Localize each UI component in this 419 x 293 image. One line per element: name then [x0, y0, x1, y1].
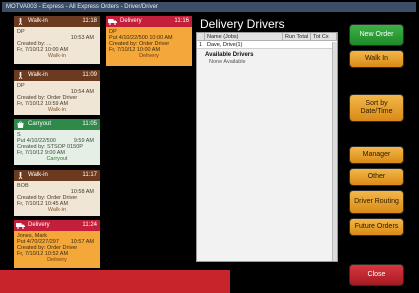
walking-person-icon: [18, 18, 23, 25]
order-grid: Walk-in 11:18 DP 10:53 AM Created by: ..…: [14, 16, 194, 268]
column-header-index: [197, 33, 205, 40]
driver-row[interactable]: 1 Dave, Drive(1): [197, 41, 337, 49]
order-ticket[interactable]: Carryout 11:05 S Put 4/10/22/500 9:59 AM …: [14, 119, 100, 165]
close-button[interactable]: Close: [349, 264, 404, 286]
ticket-status: Walk-in: [47, 53, 67, 59]
manager-button[interactable]: Manager: [349, 146, 404, 164]
ticket-body: DP 10:54 AM Created by: Order Driver Fr,…: [14, 81, 100, 115]
drivers-table-header: Name (Jobs) Run Total Tot Cx: [197, 33, 337, 41]
driver-routing-button[interactable]: Driver Routing: [349, 190, 404, 214]
available-drivers-label: Available Drivers: [205, 52, 254, 58]
walk-in-button[interactable]: Walk In: [349, 50, 404, 68]
ticket-type: Carryout: [28, 121, 52, 127]
ticket-time: 11:24: [82, 222, 97, 228]
carryout-bag-icon: [17, 121, 24, 128]
ticket-phone: Put 4/10/22/500: [17, 138, 56, 144]
ticket-promise-time: 10:58 AM: [70, 189, 94, 195]
express-orders-window: MOTVA003 - Express - All Express Orders …: [0, 0, 419, 293]
ticket-header: Walk-in 11:09: [14, 70, 100, 81]
ticket-header: Delivery 11:16: [106, 16, 192, 27]
walking-person-icon: [18, 172, 23, 179]
ticket-status: Delivery: [139, 53, 159, 59]
ticket-body: BOB 10:58 AM Created by: Order Driver Fr…: [14, 181, 100, 216]
ticket-time: 11:17: [82, 172, 97, 178]
ticket-promise-time: 10:53 AM: [70, 35, 94, 41]
ticket-status: Carryout: [46, 156, 68, 162]
column-header-name[interactable]: Name (Jobs): [205, 33, 283, 40]
column-header-tot-cx[interactable]: Tot Cx: [311, 33, 337, 40]
ticket-promise-time: 10:57 AM: [70, 239, 94, 245]
drivers-panel: Name (Jobs) Run Total Tot Cx 1 Dave, Dri…: [196, 32, 338, 262]
ticket-body: DP Put 4/10/22/500 10:00 AM Created by: …: [106, 27, 192, 66]
order-ticket[interactable]: Delivery 11:16 DP Put 4/10/22/500 10:00 …: [106, 16, 192, 66]
ticket-type: Walk-in: [28, 172, 48, 178]
ticket-time: 11:16: [174, 18, 189, 24]
drivers-scrollbar[interactable]: [332, 42, 337, 261]
other-button[interactable]: Other: [349, 168, 404, 186]
ticket-time: 11:18: [82, 18, 97, 24]
ticket-header: Walk-in 11:18: [14, 16, 100, 27]
window-titlebar: MOTVA003 - Express - All Express Orders …: [2, 2, 416, 12]
ticket-status: Walk-in: [47, 107, 67, 113]
ticket-promise-time: 9:59 AM: [73, 138, 94, 144]
ticket-header: Carryout 11:05: [14, 119, 100, 130]
delivery-truck-icon: [108, 19, 117, 25]
ticket-body: DP 10:53 AM Created by: ... Fr, 7/10/12 …: [14, 27, 100, 64]
order-ticket[interactable]: Walk-in 11:09 DP 10:54 AM Created by: Or…: [14, 70, 100, 115]
ticket-type: Delivery: [28, 222, 50, 228]
column-header-run-total[interactable]: Run Total: [283, 33, 311, 40]
ticket-type: Walk-in: [28, 72, 48, 78]
future-orders-button[interactable]: Future Orders: [349, 218, 404, 236]
ticket-status: Walk-in: [47, 207, 67, 213]
order-ticket[interactable]: Walk-in 11:17 BOB 10:58 AM Created by: O…: [14, 170, 100, 216]
ticket-status: Delivery: [47, 257, 67, 263]
walking-person-icon: [18, 72, 23, 79]
driver-run-total: [283, 41, 311, 48]
ticket-time: 11:05: [82, 121, 97, 127]
sort-by-date-time-button[interactable]: Sort by Date/Time: [349, 94, 404, 122]
driver-name: Dave, Drive(1): [207, 42, 243, 48]
drivers-panel-title: Delivery Drivers: [200, 17, 285, 31]
ticket-promise-time: 10:54 AM: [70, 89, 94, 95]
order-ticket[interactable]: Delivery 11:24 Jones, Mark Put 4/70/227/…: [14, 220, 100, 268]
ticket-phone: Put 4/70/227/297: [17, 239, 59, 245]
available-drivers-value: None Available: [209, 59, 246, 65]
ticket-header: Delivery 11:24: [14, 220, 100, 231]
driver-index: 1: [199, 42, 203, 48]
order-ticket[interactable]: Walk-in 11:18 DP 10:53 AM Created by: ..…: [14, 16, 100, 64]
ticket-header: Walk-in 11:17: [14, 170, 100, 181]
new-order-button[interactable]: New Order: [349, 24, 404, 46]
ticket-body: Jones, Mark Put 4/70/227/297 10:57 AM Cre…: [14, 231, 100, 268]
ticket-time: 11:09: [82, 72, 97, 78]
delivery-truck-icon: [16, 223, 25, 229]
decorative-banner: [0, 270, 230, 293]
ticket-type: Delivery: [120, 18, 142, 24]
ticket-body: S Put 4/10/22/500 9:59 AM Created by: STS…: [14, 130, 100, 165]
ticket-type: Walk-in: [28, 18, 48, 24]
